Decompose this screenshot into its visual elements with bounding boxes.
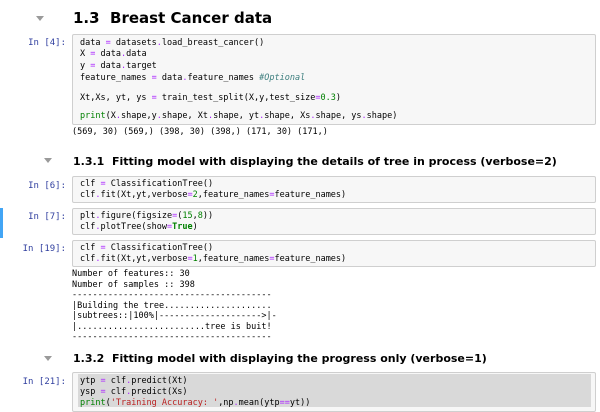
output-line: |.........................tree is buit! xyxy=(72,321,272,332)
code-line: feature_names = data.feature_names #Opti… xyxy=(80,73,306,83)
collapse-heading-1-3-icon[interactable] xyxy=(36,16,44,21)
output-line: --------------------------------------- xyxy=(72,332,272,342)
collapse-heading-1-3-2-icon[interactable] xyxy=(44,356,52,361)
cell-prompt-4: In [4]: xyxy=(28,38,66,48)
code-line: ysp = clf.predict(Xs) xyxy=(80,387,188,397)
output-line: Number of features:: 30 xyxy=(72,269,190,279)
code-line: data = datasets.load_breast_cancer() xyxy=(80,38,265,48)
output-line: |subtrees::|100%|-------------------->|- xyxy=(72,311,277,321)
output-line: --------------------------------------- xyxy=(72,290,272,300)
cell-prompt-7: In [7]: xyxy=(28,212,66,222)
cell-prompt-6: In [6]: xyxy=(28,181,66,191)
code-line: Xt,Xs, yt, ys = train_test_split(X,y,tes… xyxy=(80,93,342,103)
code-line: clf.fit(Xt,yt,verbose=1,feature_names=fe… xyxy=(80,254,347,264)
output-line: |Building the tree..................... xyxy=(72,300,272,311)
code-line: y = data.target xyxy=(80,60,157,71)
heading-breast-cancer-data: 1.3 Breast Cancer data xyxy=(73,9,273,27)
heading-verbose-2: 1.3.1 Fitting model with displaying the … xyxy=(73,155,557,168)
code-line: clf.fit(Xt,yt,verbose=2,feature_names=fe… xyxy=(80,190,347,200)
code-line: print('Training Accuracy: ',np.mean(ytp=… xyxy=(80,398,311,408)
collapse-heading-1-3-1-icon[interactable] xyxy=(44,158,52,163)
code-line: plt.figure(figsize=(15,8)) xyxy=(80,211,214,221)
code-line: print(X.shape,y.shape, Xt.shape, yt.shap… xyxy=(80,111,398,121)
code-line: clf = ClassificationTree() xyxy=(80,243,214,253)
cell-prompt-21: In [21]: xyxy=(22,377,66,387)
code-line: ytp = clf.predict(Xt) xyxy=(80,376,188,386)
cell-output-4: (569, 30) (569,) (398, 30) (398,) (171, … xyxy=(72,127,328,137)
code-line: clf.plotTree(show=True) xyxy=(80,222,198,232)
code-line: clf = ClassificationTree() xyxy=(80,179,214,189)
cell-prompt-19: In [19]: xyxy=(22,244,66,254)
code-line: X = data.data xyxy=(80,49,147,60)
heading-verbose-1: 1.3.2 Fitting model with displaying the … xyxy=(73,352,487,365)
output-line: Number of samples :: 398 xyxy=(72,279,195,290)
